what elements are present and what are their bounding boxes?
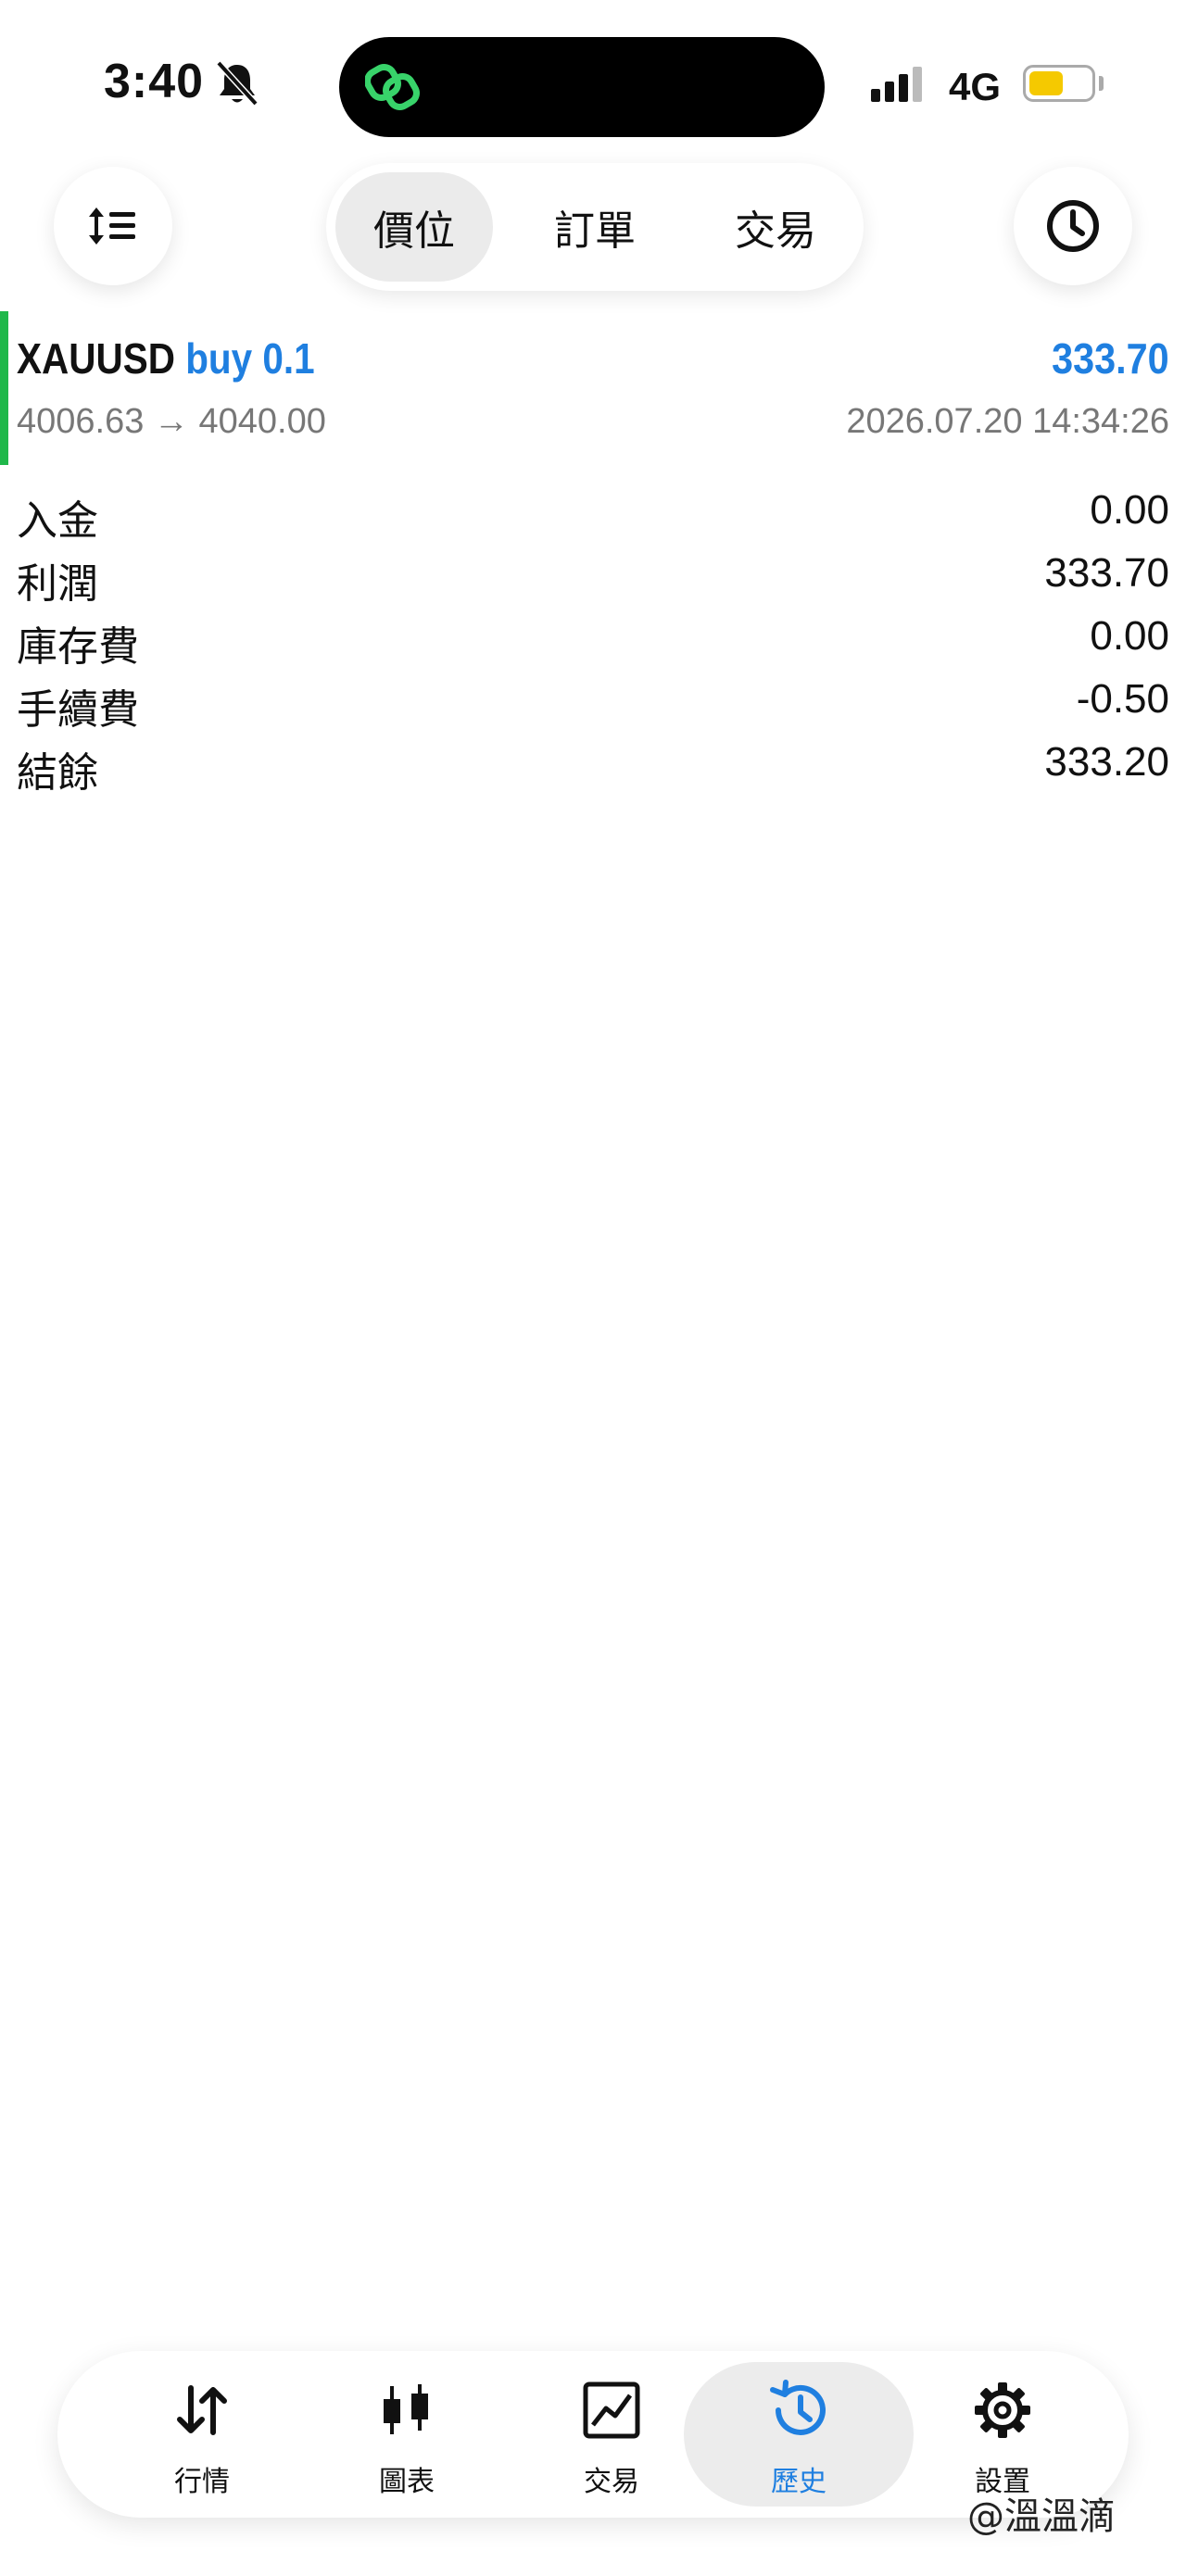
segmented-control: 價位 訂單 交易: [326, 163, 864, 291]
summary-value: 333.70: [1044, 550, 1169, 596]
bell-muted-icon: [216, 60, 259, 107]
summary-label: 手續費: [17, 686, 139, 734]
summary-label: 入金: [17, 497, 98, 545]
nav-label: 行情: [174, 2466, 230, 2498]
history-icon: [770, 2380, 826, 2435]
trade-chart-icon: [583, 2381, 640, 2439]
summary-label: 庫存費: [17, 623, 139, 671]
status-time: 3:40: [104, 55, 205, 108]
sort-icon: [89, 207, 135, 245]
nav-label: 歷史: [771, 2466, 826, 2498]
position-indicator-bar: [0, 311, 8, 465]
summary-value: -0.50: [1076, 676, 1169, 722]
tab-price[interactable]: 價位: [335, 172, 493, 282]
period-button[interactable]: [1014, 167, 1132, 285]
trade-price-range: 4006.63 → 4040.00: [17, 402, 326, 441]
quotes-arrows-icon: [177, 2385, 227, 2435]
link-rings-icon: [365, 64, 420, 110]
gear-icon: [975, 2382, 1030, 2438]
summary-value: 333.20: [1044, 739, 1169, 785]
summary-row-deposit: 入金 0.00: [17, 487, 1169, 548]
summary-label: 利潤: [17, 560, 98, 608]
nav-label: 交易: [584, 2466, 639, 2498]
nav-history[interactable]: 歷史: [684, 2362, 914, 2507]
dynamic-island: [339, 37, 825, 137]
nav-settings[interactable]: 設置: [910, 2362, 1095, 2507]
sort-button[interactable]: [54, 167, 172, 285]
watermark: @溫溫滴: [967, 2495, 1116, 2538]
trade-datetime: 2026.07.20 14:34:26: [846, 402, 1169, 441]
summary-row-swap: 庫存費 0.00: [17, 613, 1169, 674]
nav-trade[interactable]: 交易: [519, 2362, 704, 2507]
network-type: 4G: [949, 65, 1002, 108]
signal-icon: [871, 65, 927, 102]
summary-row-commission: 手續費 -0.50: [17, 676, 1169, 737]
battery-icon: [1023, 65, 1095, 102]
summary-value: 0.00: [1090, 613, 1169, 659]
summary-value: 0.00: [1090, 487, 1169, 533]
trade-symbol: XAUUSD: [17, 334, 175, 383]
tab-orders[interactable]: 訂單: [516, 172, 674, 282]
battery-level: [1029, 71, 1063, 95]
nav-quotes[interactable]: 行情: [109, 2362, 295, 2507]
battery-tip: [1099, 76, 1104, 91]
clock-icon: [1047, 200, 1099, 252]
tab-deals[interactable]: 交易: [697, 172, 854, 282]
nav-charts[interactable]: 圖表: [314, 2362, 499, 2507]
candlestick-chart-icon: [384, 2384, 428, 2434]
summary-row-balance: 結餘 333.20: [17, 739, 1169, 800]
summary-label: 結餘: [17, 749, 98, 797]
trade-side-volume: buy 0.1: [185, 334, 315, 383]
trade-profit: 333.70: [1052, 334, 1169, 383]
trade-symbol-line[interactable]: XAUUSD buy 0.1: [17, 333, 315, 383]
nav-label: 圖表: [379, 2466, 435, 2498]
summary-row-profit: 利潤 333.70: [17, 550, 1169, 611]
